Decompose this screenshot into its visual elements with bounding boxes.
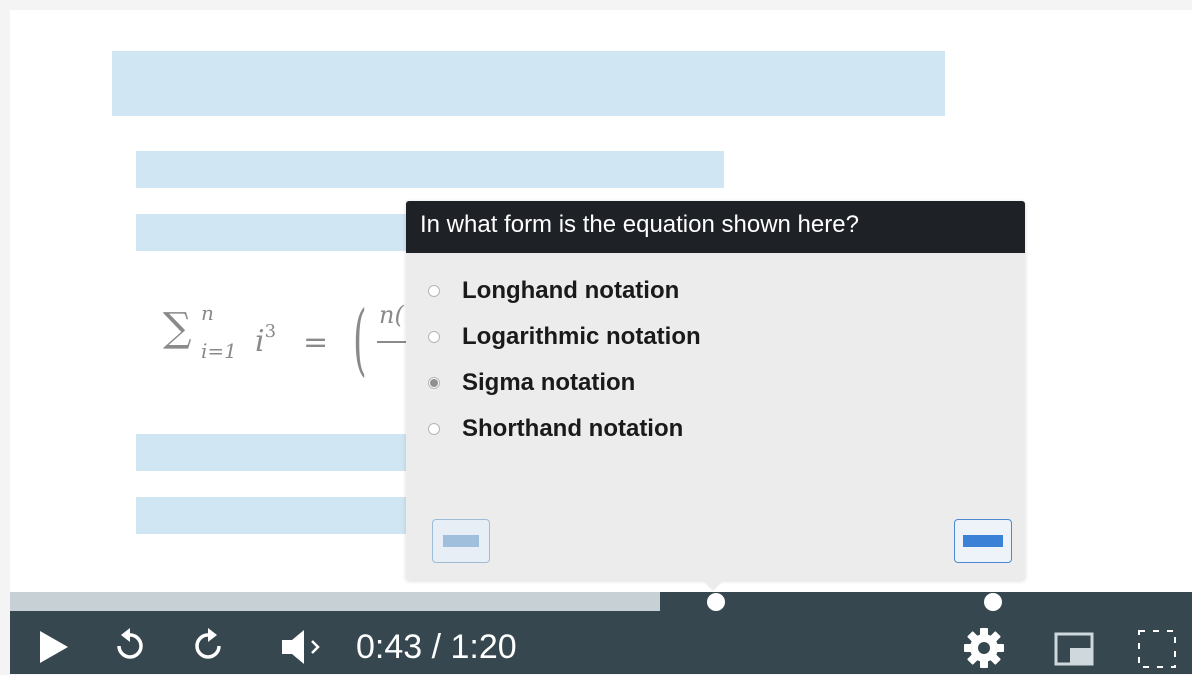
fraction-numerator: n( [379, 301, 404, 329]
previous-button[interactable] [432, 519, 490, 563]
radio-button[interactable] [428, 285, 440, 297]
quiz-option-longhand[interactable]: Longhand notation [428, 271, 988, 311]
timeline-marker[interactable] [984, 593, 1003, 611]
button-placeholder-label [443, 535, 479, 547]
button-placeholder-label [963, 535, 1003, 547]
rewind-button[interactable] [110, 626, 150, 671]
quiz-option-shorthand[interactable]: Shorthand notation [428, 409, 988, 449]
radio-button[interactable] [428, 331, 440, 343]
text-placeholder-bar-1 [136, 151, 724, 188]
fullscreen-icon [1138, 630, 1176, 668]
settings-button[interactable] [962, 626, 1006, 675]
popup-pointer [700, 578, 726, 591]
time-display: 0:43 / 1:20 [356, 628, 517, 666]
option-label: Shorthand notation [462, 415, 684, 442]
play-button[interactable] [38, 630, 70, 669]
title-placeholder-bar [112, 51, 945, 116]
forward-icon [195, 628, 221, 659]
text-placeholder-bar-3 [136, 434, 436, 471]
quiz-option-sigma[interactable]: Sigma notation [428, 363, 988, 403]
text-placeholder-bar-2 [136, 214, 436, 251]
quiz-option-logarithmic[interactable]: Logarithmic notation [428, 317, 988, 357]
term-variable: i [255, 324, 265, 359]
open-paren: ( [353, 295, 367, 385]
option-label: Logarithmic notation [462, 323, 701, 350]
radio-button-selected[interactable] [428, 377, 440, 389]
option-label: Longhand notation [462, 277, 680, 304]
sum-upper-limit: n [201, 301, 214, 325]
rewind-icon [117, 628, 143, 659]
gear-icon [964, 628, 1004, 668]
quiz-popup: In what form is the equation shown here?… [406, 201, 1025, 580]
fullscreen-button[interactable] [1136, 628, 1178, 675]
term-exponent: 3 [264, 321, 277, 342]
pip-icon [1054, 632, 1094, 666]
quiz-question: In what form is the equation shown here? [406, 201, 1025, 253]
play-icon [40, 631, 68, 663]
forward-button[interactable] [188, 626, 228, 671]
volume-icon [282, 630, 320, 664]
sigma-symbol: ∑ [163, 305, 192, 351]
player-controls: 0:43 / 1:20 [10, 592, 1192, 674]
submit-button[interactable] [954, 519, 1012, 563]
radio-button[interactable] [428, 423, 440, 435]
sum-term: i3 [255, 321, 276, 359]
volume-button[interactable] [280, 628, 330, 671]
equals-sign: = [303, 325, 329, 360]
text-placeholder-bar-4 [136, 497, 436, 534]
timeline-marker[interactable] [706, 593, 725, 611]
progress-bar[interactable] [10, 592, 661, 611]
sum-lower-limit: i=1 [201, 339, 237, 363]
option-label: Sigma notation [462, 369, 636, 396]
pip-button[interactable] [1054, 632, 1096, 675]
